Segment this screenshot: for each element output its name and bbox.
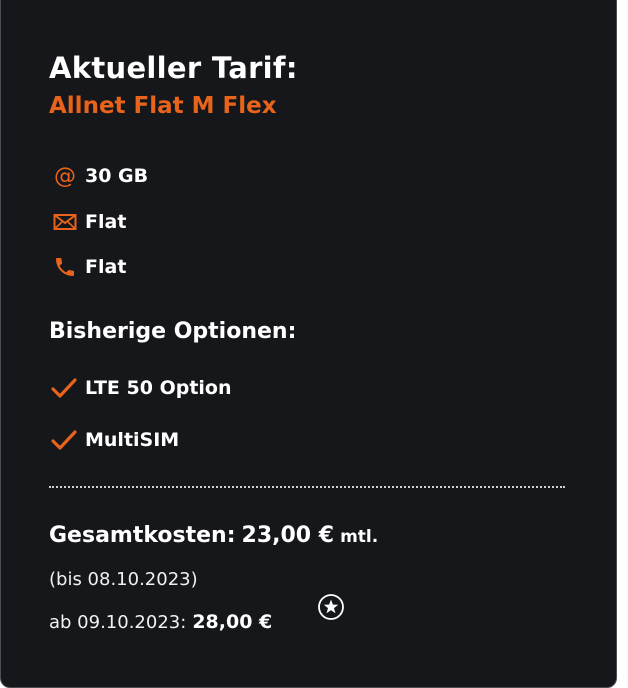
total-costs: Gesamtkosten: 23,00 € mtl.: [49, 523, 378, 548]
option-item: LTE 50 Option: [51, 375, 232, 401]
price-from: ab 09.10.2023: 28,00 €: [49, 611, 272, 633]
current-tariff-title: Aktueller Tarif:: [49, 51, 298, 85]
check-icon: [51, 427, 83, 453]
phone-icon: [53, 254, 81, 280]
star-circle-icon[interactable]: [317, 593, 345, 621]
option-item: MultiSIM: [51, 427, 179, 453]
options-title: Bisherige Optionen:: [49, 319, 297, 344]
option-label: MultiSIM: [85, 429, 180, 451]
envelope-icon: [53, 209, 81, 235]
price-from-label: ab 09.10.2023:: [49, 612, 187, 633]
price-from-amount: 28,00 €: [192, 611, 273, 633]
feature-label: Flat: [85, 211, 127, 233]
price-valid-until: (bis 08.10.2023): [49, 569, 198, 590]
svg-text:@: @: [54, 164, 76, 188]
total-amount: 23,00 €: [241, 523, 335, 548]
feature-sms: Flat: [53, 209, 126, 235]
tariff-card: Aktueller Tarif: Allnet Flat M Flex @ 30…: [0, 0, 617, 688]
divider: [49, 486, 565, 488]
feature-data: @ 30 GB: [53, 163, 148, 189]
feature-calls: Flat: [53, 254, 126, 280]
total-period: mtl.: [340, 527, 379, 547]
option-label: LTE 50 Option: [85, 377, 232, 399]
feature-label: 30 GB: [85, 165, 149, 187]
total-label: Gesamtkosten:: [49, 523, 236, 548]
at-icon: @: [53, 163, 81, 189]
tariff-name: Allnet Flat M Flex: [49, 93, 277, 119]
feature-label: Flat: [85, 256, 127, 278]
check-icon: [51, 375, 83, 401]
